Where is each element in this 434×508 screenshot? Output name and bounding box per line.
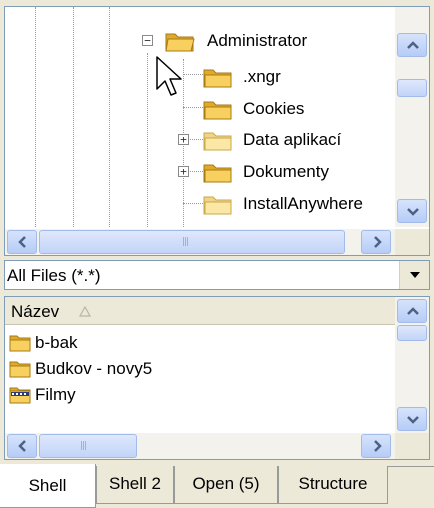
scroll-down-button[interactable] xyxy=(397,199,427,223)
tree-item-label: Dokumenty xyxy=(243,162,329,181)
folder-tree-panel: − Administrator .xngr Cookies + Data apl… xyxy=(4,6,430,256)
folder-open-icon xyxy=(165,33,195,52)
chevron-right-icon xyxy=(374,440,382,452)
tab-shell-2[interactable]: Shell 2 xyxy=(96,466,174,504)
folder-icon xyxy=(9,361,31,378)
scroll-right-button[interactable] xyxy=(361,434,391,458)
tree-item-label: Data aplikací xyxy=(243,130,342,149)
list-vertical-scrollbar[interactable] xyxy=(395,297,429,433)
list-horizontal-scrollbar[interactable]: ||| xyxy=(5,433,395,459)
dropdown-arrow-icon xyxy=(410,272,420,278)
chevron-right-icon xyxy=(374,236,382,248)
tree-item-label: InstallAnywhere xyxy=(243,194,364,213)
scroll-thumb[interactable] xyxy=(397,79,427,97)
sort-ascending-icon xyxy=(78,305,92,317)
tree-guide-line xyxy=(73,7,74,227)
chevron-down-icon xyxy=(407,416,419,424)
folder-icon xyxy=(203,101,232,120)
chevron-left-icon xyxy=(18,440,26,452)
chevron-left-icon xyxy=(18,236,26,248)
filter-dropdown-button[interactable] xyxy=(399,261,429,289)
thumb-grip-icon: ||| xyxy=(182,237,189,247)
list-item-label: b-bak xyxy=(35,333,78,352)
collapse-icon[interactable]: − xyxy=(142,35,153,46)
tree-vertical-scrollbar[interactable] xyxy=(395,7,429,227)
folder-tree: − Administrator .xngr Cookies + Data apl… xyxy=(5,7,393,227)
scroll-up-button[interactable] xyxy=(397,299,427,323)
tab-label: Open (5) xyxy=(192,474,260,493)
tree-guide-line xyxy=(35,7,36,227)
film-folder-icon xyxy=(9,387,31,404)
tab-structure[interactable]: Structure xyxy=(278,466,388,504)
tree-item-label: Administrator xyxy=(207,31,308,50)
tree-guide-line xyxy=(109,7,110,227)
chevron-down-icon xyxy=(407,208,419,216)
thumb-grip-icon: ||| xyxy=(80,441,87,451)
column-header-label: Název xyxy=(11,302,60,321)
tab-label: Shell xyxy=(28,476,67,495)
file-list-panel: Název b-bak Budkov - novy5 Filmy ||| xyxy=(4,296,430,460)
folder-icon xyxy=(203,132,232,151)
column-header-name[interactable]: Název xyxy=(5,297,397,325)
scroll-down-button[interactable] xyxy=(397,407,427,431)
scroll-thumb[interactable] xyxy=(397,325,427,341)
tab-shell[interactable]: Shell xyxy=(0,464,96,508)
tab-open[interactable]: Open (5) xyxy=(174,466,278,504)
list-item-label: Filmy xyxy=(35,385,76,404)
scroll-right-button[interactable] xyxy=(361,230,391,254)
scroll-thumb[interactable]: ||| xyxy=(39,230,345,254)
scroll-left-button[interactable] xyxy=(7,230,37,254)
expand-icon[interactable]: + xyxy=(178,134,189,145)
tree-item-label: Cookies xyxy=(243,99,305,118)
tree-item-label: .xngr xyxy=(243,67,281,86)
tree-guide-line xyxy=(147,53,148,227)
scrollbar-corner xyxy=(395,229,429,255)
scrollbar-corner xyxy=(395,433,429,459)
list-item-label: Budkov - novy5 xyxy=(35,359,153,378)
mouse-pointer-icon xyxy=(156,56,182,96)
scroll-thumb[interactable]: ||| xyxy=(39,434,137,458)
scroll-left-button[interactable] xyxy=(7,434,37,458)
tree-horizontal-scrollbar[interactable]: ||| xyxy=(5,229,395,255)
scroll-up-button[interactable] xyxy=(397,33,427,57)
folder-icon xyxy=(203,196,232,215)
tab-label: Shell 2 xyxy=(109,474,161,493)
chevron-up-icon xyxy=(407,41,419,49)
folder-icon xyxy=(9,335,31,352)
panel-tabs: Shell 2 Open (5) Structure Shell xyxy=(0,464,434,508)
expand-icon[interactable]: + xyxy=(178,166,189,177)
folder-icon xyxy=(203,164,232,183)
file-filter-value: All Files (*.*) xyxy=(7,266,101,285)
tab-label: Structure xyxy=(298,474,368,493)
file-filter-select[interactable]: All Files (*.*) xyxy=(4,260,430,290)
chevron-up-icon xyxy=(407,307,419,315)
folder-icon xyxy=(203,69,232,88)
